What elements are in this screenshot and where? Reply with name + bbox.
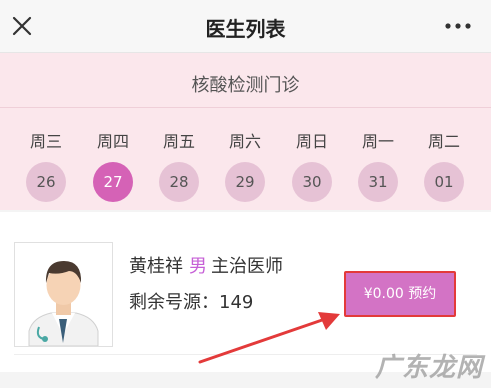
day-item[interactable]: 周二 01 [422,128,466,202]
date-circle[interactable]: 29 [225,162,265,202]
day-label: 周四 [96,132,129,151]
doctor-gender: 男 [189,256,207,277]
date-circle[interactable]: 30 [292,162,332,202]
day-item[interactable]: 周六 29 [223,128,267,202]
date-circle[interactable]: 31 [358,162,398,202]
date-circle[interactable]: 01 [424,162,464,202]
watermark-text: 广东龙网 [374,353,483,383]
day-label: 周六 [228,132,261,151]
page-title: 医生列表 [205,17,286,41]
day-label: 周一 [361,132,394,151]
day-item[interactable]: 周日 30 [290,128,334,202]
day-label: 周二 [427,132,460,151]
day-item[interactable]: 周一 31 [356,128,400,202]
book-button[interactable]: ¥0.00 预约 [344,271,456,317]
red-arrow-annotation [190,300,350,370]
doctor-avatar [14,242,113,347]
date-circle[interactable]: 26 [26,162,66,202]
day-label: 周日 [295,132,328,151]
day-label: 周五 [162,132,195,151]
day-item[interactable]: 周三 26 [24,128,68,202]
doctor-name: 黄桂祥 [129,256,183,277]
date-circle-selected[interactable]: 27 [93,162,133,202]
top-bar: 医生列表 [0,0,491,53]
day-item[interactable]: 周五 28 [157,128,201,202]
day-label: 周三 [29,132,62,151]
doctor-info-line: 黄桂祥男主治医师 [129,252,283,278]
day-item[interactable]: 周四 27 [91,128,135,202]
more-dots-icon[interactable] [443,14,473,38]
schedule-panel: 核酸检测门诊 周三 26 周四 27 周五 28 周六 29 周日 30 周一 … [0,53,491,210]
clinic-name: 核酸检测门诊 [191,75,300,96]
date-circle[interactable]: 28 [159,162,199,202]
divider [0,107,491,108]
doctor-title: 主治医师 [211,256,283,277]
